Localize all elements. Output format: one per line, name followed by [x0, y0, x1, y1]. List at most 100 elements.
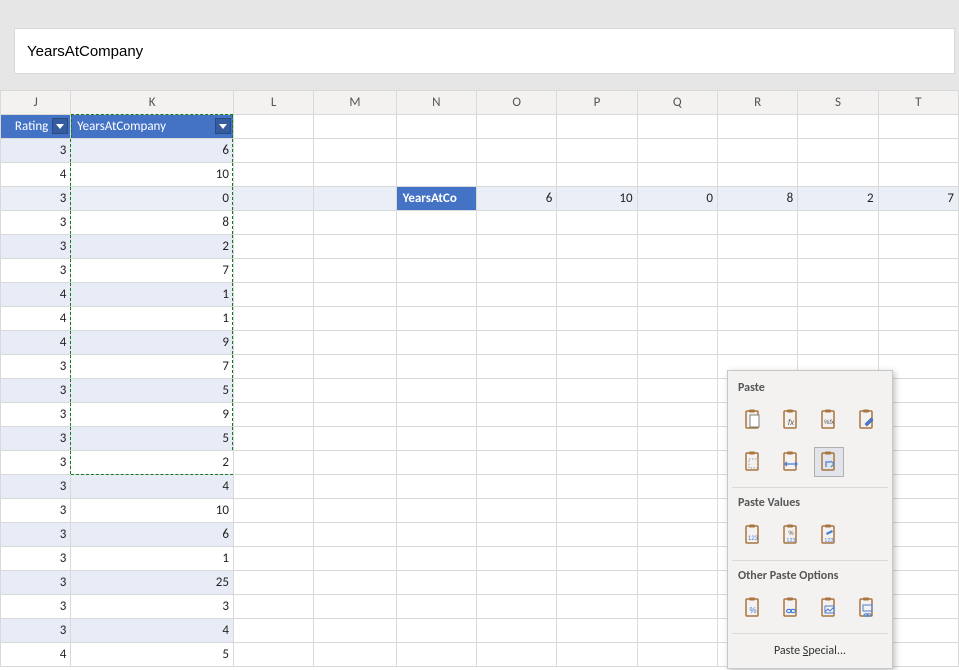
paste-special-item[interactable]: Paste Special... [732, 636, 888, 664]
cell[interactable] [798, 235, 878, 259]
cell[interactable] [314, 475, 396, 499]
cell[interactable] [396, 115, 476, 139]
cell[interactable] [396, 211, 476, 235]
cell[interactable] [637, 571, 717, 595]
cell[interactable]: 3 [1, 187, 71, 211]
cell[interactable] [396, 571, 476, 595]
cell[interactable] [637, 283, 717, 307]
cell[interactable] [476, 259, 556, 283]
cell[interactable] [717, 331, 797, 355]
cell[interactable] [717, 115, 797, 139]
cell[interactable]: 3 [1, 379, 71, 403]
cell[interactable]: 3 [71, 595, 234, 619]
col-header-L[interactable]: L [233, 91, 313, 115]
cell[interactable] [557, 451, 637, 475]
cell[interactable] [557, 355, 637, 379]
cell[interactable]: 8 [71, 211, 234, 235]
cell[interactable] [314, 355, 396, 379]
cell[interactable] [233, 235, 313, 259]
cell[interactable] [233, 451, 313, 475]
cell[interactable]: 5 [71, 379, 234, 403]
cell[interactable]: 1 [71, 307, 234, 331]
cell[interactable] [233, 571, 313, 595]
cell[interactable] [233, 643, 313, 667]
cell[interactable] [476, 595, 556, 619]
cell[interactable] [557, 643, 637, 667]
cell[interactable] [476, 427, 556, 451]
cell[interactable] [314, 547, 396, 571]
cell[interactable] [476, 235, 556, 259]
cell[interactable]: 9 [71, 403, 234, 427]
cell[interactable] [396, 451, 476, 475]
col-header-S[interactable]: S [798, 91, 878, 115]
paste-linked-picture-button[interactable] [852, 593, 882, 623]
cell[interactable] [396, 163, 476, 187]
cell[interactable]: 3 [1, 211, 71, 235]
cell[interactable] [637, 379, 717, 403]
cell[interactable] [314, 499, 396, 523]
cell[interactable] [717, 283, 797, 307]
cell[interactable] [233, 355, 313, 379]
cell[interactable] [396, 259, 476, 283]
cell[interactable]: 8 [717, 187, 797, 211]
cell[interactable]: 25 [71, 571, 234, 595]
cell[interactable] [476, 499, 556, 523]
cell[interactable] [798, 211, 878, 235]
cell[interactable]: 4 [71, 619, 234, 643]
cell[interactable] [396, 499, 476, 523]
cell[interactable] [557, 211, 637, 235]
cell[interactable] [314, 619, 396, 643]
cell[interactable]: 4 [71, 475, 234, 499]
cell[interactable]: 3 [1, 595, 71, 619]
cell[interactable] [878, 283, 958, 307]
cell[interactable] [476, 331, 556, 355]
cell[interactable] [396, 523, 476, 547]
cell[interactable] [557, 283, 637, 307]
cell[interactable]: 3 [1, 139, 71, 163]
cell[interactable] [557, 571, 637, 595]
paste-keep-source-formatting-button[interactable] [852, 405, 882, 435]
cell[interactable]: 6 [476, 187, 556, 211]
cell[interactable] [637, 427, 717, 451]
cell[interactable]: 3 [1, 619, 71, 643]
cell[interactable] [476, 139, 556, 163]
cell[interactable] [233, 331, 313, 355]
cell[interactable]: 0 [71, 187, 234, 211]
cell[interactable] [798, 163, 878, 187]
paste-values-source-fmt-button[interactable]: 123 [814, 520, 844, 550]
cell[interactable] [557, 475, 637, 499]
cell[interactable] [314, 643, 396, 667]
cell[interactable] [233, 163, 313, 187]
cell[interactable] [476, 547, 556, 571]
cell[interactable] [396, 427, 476, 451]
cell[interactable] [637, 307, 717, 331]
cell[interactable]: 4 [1, 331, 71, 355]
cell[interactable]: 2 [71, 235, 234, 259]
cell[interactable] [396, 307, 476, 331]
cell[interactable]: 2 [71, 451, 234, 475]
cell[interactable]: 7 [71, 259, 234, 283]
paste-values-button[interactable]: 123 [738, 520, 768, 550]
cell[interactable]: 1 [71, 547, 234, 571]
cell[interactable] [314, 235, 396, 259]
cell[interactable]: 6 [71, 139, 234, 163]
cell[interactable] [233, 403, 313, 427]
cell[interactable]: 3 [1, 403, 71, 427]
cell[interactable] [476, 451, 556, 475]
cell[interactable]: 10 [71, 163, 234, 187]
paste-no-borders-button[interactable] [738, 447, 768, 477]
cell[interactable] [557, 547, 637, 571]
cell[interactable] [233, 427, 313, 451]
cell[interactable] [637, 211, 717, 235]
cell[interactable] [637, 331, 717, 355]
cell[interactable] [233, 115, 313, 139]
cell[interactable] [314, 139, 396, 163]
cell[interactable] [798, 139, 878, 163]
filter-dropdown-icon[interactable] [52, 118, 68, 134]
paste-formatting-button[interactable]: % [738, 593, 768, 623]
cell[interactable]: 3 [1, 499, 71, 523]
cell[interactable] [878, 139, 958, 163]
cell[interactable] [476, 355, 556, 379]
col-header-O[interactable]: O [476, 91, 556, 115]
cell[interactable] [557, 499, 637, 523]
